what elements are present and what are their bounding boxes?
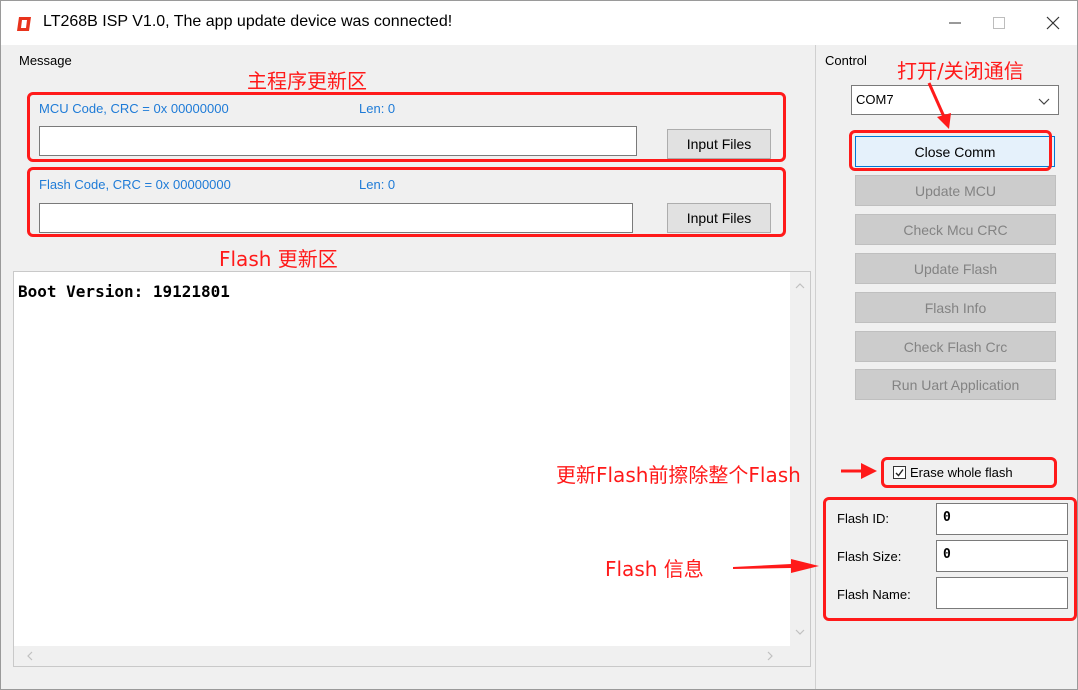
annotation-arrows — [733, 82, 951, 573]
isp-window: LT268B ISP V1.0, The app update device w… — [0, 0, 1078, 690]
arrow-comm-icon — [927, 82, 951, 129]
arrow-erase-icon — [841, 463, 877, 479]
arrow-flash-info-icon — [733, 559, 819, 573]
